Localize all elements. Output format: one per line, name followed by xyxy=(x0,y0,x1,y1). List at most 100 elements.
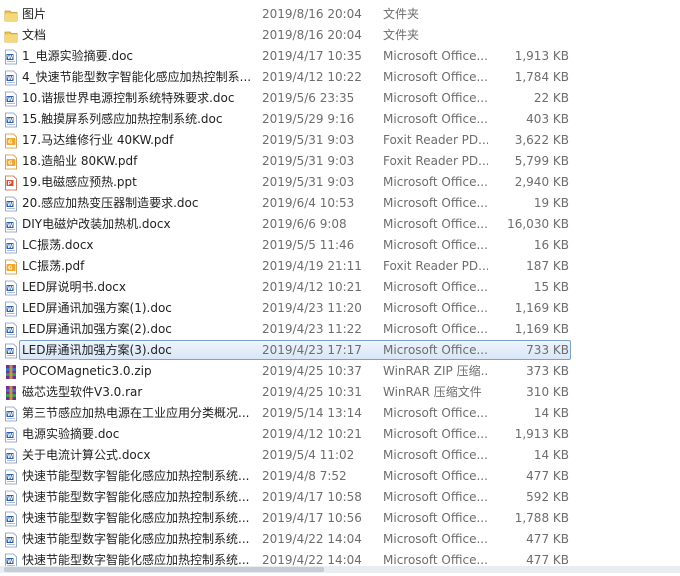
file-row[interactable]: W LC振荡.docx 2019/5/5 11:46 Microsoft Office… xyxy=(0,235,680,256)
file-row[interactable]: G 18.造船业 80KW.pdf 2019/5/31 9:03 Foxit Read… xyxy=(0,151,680,172)
file-row[interactable]: G 17.马达维修行业 40KW.pdf 2019/5/31 9:03 Foxit R… xyxy=(0,130,680,151)
file-type: Microsoft Office... xyxy=(383,427,488,441)
file-row[interactable]: W LED屏通讯加强方案(2).doc 2019/4/23 11:22 Microso… xyxy=(0,319,680,340)
folder-icon xyxy=(4,7,18,23)
file-name[interactable]: LC振荡.pdf xyxy=(22,256,250,277)
file-row[interactable]: W 快速节能型数字智能化感应加热控制系统... 2019/4/8 7:52 Micro… xyxy=(0,466,680,487)
file-date-modified: 2019/4/17 10:58 xyxy=(262,490,362,504)
file-row[interactable]: W LED屏通讯加强方案(3).doc 2019/4/23 17:17 Microso… xyxy=(0,340,680,361)
file-type: Microsoft Office... xyxy=(383,469,488,483)
file-name[interactable]: 快速节能型数字智能化感应加热控制系统... xyxy=(22,529,250,550)
file-name[interactable]: LED屏通讯加强方案(2).doc xyxy=(22,319,250,340)
file-row[interactable]: W 关于电流计算公式.docx 2019/5/4 11:02 Microsoft Of… xyxy=(0,445,680,466)
word-icon: W xyxy=(4,280,18,296)
scrollbar-thumb[interactable] xyxy=(4,567,324,572)
file-type: Microsoft Office... xyxy=(383,217,488,231)
file-name[interactable]: 4_快速节能型数字智能化感应加热控制系... xyxy=(22,67,250,88)
file-type: WinRAR 压缩文件 xyxy=(383,385,482,399)
svg-text:W: W xyxy=(7,433,13,439)
file-name[interactable]: 1_电源实验摘要.doc xyxy=(22,46,250,67)
svg-text:W: W xyxy=(7,349,13,355)
file-name[interactable]: 20.感应加热变压器制造要求.doc xyxy=(22,193,250,214)
file-name[interactable]: LC振荡.docx xyxy=(22,235,250,256)
file-size: 477 KB xyxy=(526,469,569,483)
file-type: Microsoft Office... xyxy=(383,490,488,504)
file-date-modified: 2019/5/29 9:16 xyxy=(262,112,355,126)
file-name[interactable]: 电源实验摘要.doc xyxy=(22,424,250,445)
pdf-icon: G xyxy=(4,259,18,275)
file-date-modified: 2019/4/25 10:37 xyxy=(262,364,362,378)
file-name[interactable]: 19.电磁感应预热.ppt xyxy=(22,172,250,193)
word-icon: W xyxy=(4,49,18,65)
file-row[interactable]: P 19.电磁感应预热.ppt 2019/5/31 9:03 Microsoft Of… xyxy=(0,172,680,193)
file-name[interactable]: LED屏说明书.docx xyxy=(22,277,250,298)
file-row[interactable]: W LED屏通讯加强方案(1).doc 2019/4/23 11:20 Microso… xyxy=(0,298,680,319)
file-name[interactable]: LED屏通讯加强方案(3).doc xyxy=(22,340,250,361)
ppt-icon: P xyxy=(4,175,18,191)
file-row[interactable]: 文档 2019/8/16 20:04 文件夹 xyxy=(0,25,680,46)
file-name[interactable]: 快速节能型数字智能化感应加热控制系统... xyxy=(22,508,250,529)
file-row[interactable]: W DIY电磁炉改装加热机.docx 2019/6/6 9:08 Microsoft … xyxy=(0,214,680,235)
pdf-icon: G xyxy=(4,133,18,149)
file-date-modified: 2019/5/14 13:14 xyxy=(262,406,362,420)
file-name[interactable]: POCOMagnetic3.0.zip xyxy=(22,361,250,382)
file-row[interactable]: W 电源实验摘要.doc 2019/4/12 10:21 Microsoft Offi… xyxy=(0,424,680,445)
file-date-modified: 2019/4/8 7:52 xyxy=(262,469,347,483)
file-name[interactable]: 15.触摸屏系列感应加热控制系统.doc xyxy=(22,109,250,130)
file-name[interactable]: 磁芯选型软件V3.0.rar xyxy=(22,382,250,403)
svg-text:P: P xyxy=(8,181,12,187)
horizontal-scrollbar[interactable] xyxy=(0,566,680,573)
file-row[interactable]: POCOMagnetic3.0.zip 2019/4/25 10:37 WinRAR… xyxy=(0,361,680,382)
file-type: Foxit Reader PD... xyxy=(383,154,488,168)
word-icon: W xyxy=(4,322,18,338)
file-row[interactable]: 图片 2019/8/16 20:04 文件夹 xyxy=(0,4,680,25)
file-name[interactable]: 图片 xyxy=(22,4,250,25)
file-name[interactable]: 18.造船业 80KW.pdf xyxy=(22,151,250,172)
file-row[interactable]: G LC振荡.pdf 2019/4/19 21:11 Foxit Reader PD.… xyxy=(0,256,680,277)
file-type: Foxit Reader PD... xyxy=(383,259,488,273)
file-name[interactable]: DIY电磁炉改装加热机.docx xyxy=(22,214,250,235)
file-type: Microsoft Office... xyxy=(383,322,488,336)
file-row[interactable]: W 快速节能型数字智能化感应加热控制系统... 2019/4/17 10:58 Mic… xyxy=(0,487,680,508)
svg-text:W: W xyxy=(7,307,13,313)
svg-text:W: W xyxy=(7,496,13,502)
file-row[interactable]: W 第三节感应加热电源在工业应用分类概况... 2019/5/14 13:14 Mic… xyxy=(0,403,680,424)
svg-text:W: W xyxy=(7,76,13,82)
file-type: Microsoft Office... xyxy=(383,70,488,84)
file-type: Microsoft Office... xyxy=(383,112,488,126)
file-row[interactable]: W 15.触摸屏系列感应加热控制系统.doc 2019/5/29 9:16 Micro… xyxy=(0,109,680,130)
file-row[interactable]: W 10.谐振世界电源控制系统特殊要求.doc 2019/5/6 23:35 Micr… xyxy=(0,88,680,109)
file-row[interactable]: W 4_快速节能型数字智能化感应加热控制系... 2019/4/12 10:22 Mi… xyxy=(0,67,680,88)
file-name[interactable]: 文档 xyxy=(22,25,250,46)
file-date-modified: 2019/5/6 23:35 xyxy=(262,91,355,105)
file-name[interactable]: 17.马达维修行业 40KW.pdf xyxy=(22,130,250,151)
file-type: Microsoft Office... xyxy=(383,532,488,546)
svg-text:W: W xyxy=(7,286,13,292)
svg-text:W: W xyxy=(7,412,13,418)
svg-text:G: G xyxy=(8,140,13,146)
file-name[interactable]: LED屏通讯加强方案(1).doc xyxy=(22,298,250,319)
file-name[interactable]: 第三节感应加热电源在工业应用分类概况... xyxy=(22,403,250,424)
file-size: 1,169 KB xyxy=(514,301,569,315)
svg-text:W: W xyxy=(7,223,13,229)
file-row[interactable]: 磁芯选型软件V3.0.rar 2019/4/25 10:31 WinRAR 压缩文件… xyxy=(0,382,680,403)
file-size: 1,788 KB xyxy=(514,511,569,525)
file-row[interactable]: W 20.感应加热变压器制造要求.doc 2019/6/4 10:53 Microso… xyxy=(0,193,680,214)
file-name[interactable]: 10.谐振世界电源控制系统特殊要求.doc xyxy=(22,88,250,109)
svg-text:W: W xyxy=(7,538,13,544)
file-row[interactable]: W LED屏说明书.docx 2019/4/12 10:21 Microsoft Of… xyxy=(0,277,680,298)
file-row[interactable]: W 1_电源实验摘要.doc 2019/4/17 10:35 Microsoft Of… xyxy=(0,46,680,67)
svg-text:W: W xyxy=(7,475,13,481)
file-name[interactable]: 快速节能型数字智能化感应加热控制系统... xyxy=(22,466,250,487)
file-row[interactable]: W 快速节能型数字智能化感应加热控制系统... 2019/4/22 14:04 Mic… xyxy=(0,529,680,550)
file-type: Microsoft Office... xyxy=(383,91,488,105)
word-icon: W xyxy=(4,217,18,233)
folder-icon xyxy=(4,28,18,44)
word-icon: W xyxy=(4,301,18,317)
file-type: 文件夹 xyxy=(383,28,420,42)
file-name[interactable]: 快速节能型数字智能化感应加热控制系统... xyxy=(22,487,250,508)
file-name[interactable]: 关于电流计算公式.docx xyxy=(22,445,250,466)
file-size: 592 KB xyxy=(526,490,569,504)
winrar-icon xyxy=(4,385,18,401)
file-row[interactable]: W 快速节能型数字智能化感应加热控制系统... 2019/4/17 10:56 Mic… xyxy=(0,508,680,529)
